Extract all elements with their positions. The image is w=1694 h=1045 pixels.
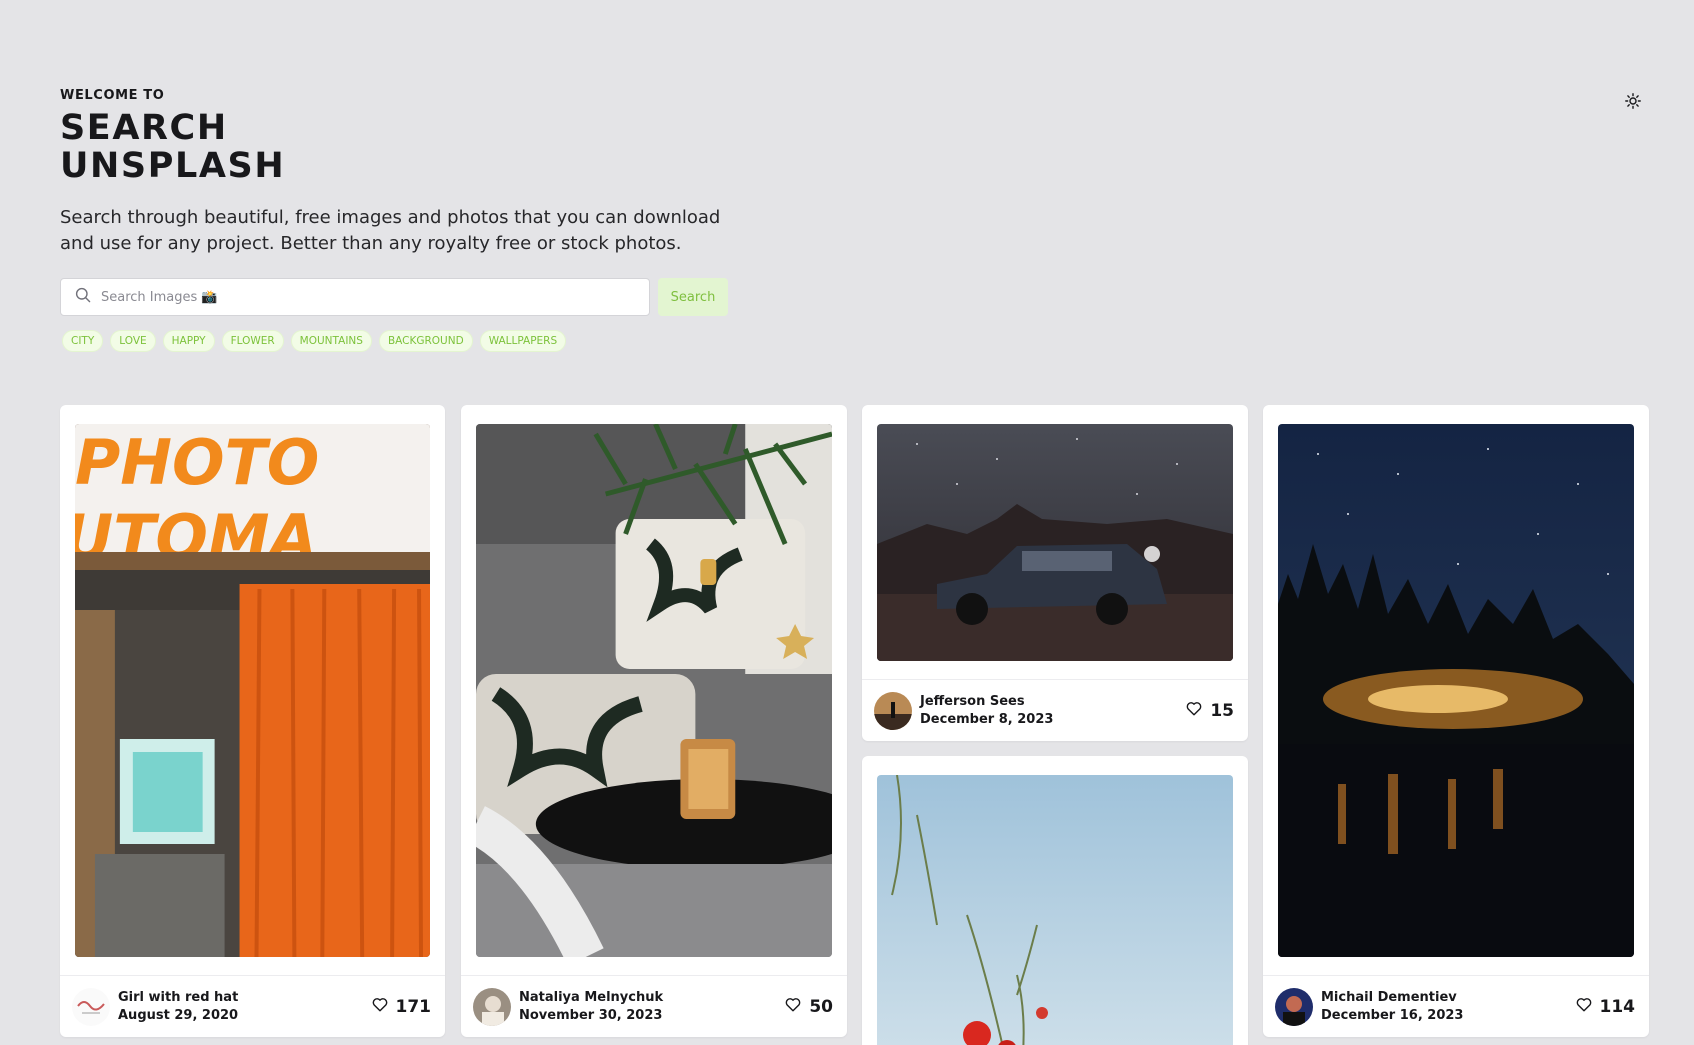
author-avatar[interactable] — [874, 691, 912, 730]
tag-happy[interactable]: HAPPY — [162, 330, 215, 352]
heart-icon — [372, 997, 388, 1016]
author-name: Jefferson Sees — [920, 693, 1025, 709]
card-footer: Nataliya Melnychuk November 30, 2023 50 — [461, 975, 847, 1037]
like-button[interactable]: 114 — [1576, 996, 1636, 1017]
card-photo[interactable]: PHOTO UTOMA — [75, 424, 430, 957]
author-avatar[interactable] — [473, 987, 511, 1026]
heart-icon — [785, 997, 801, 1016]
search-icon — [75, 287, 91, 307]
tag-background[interactable]: BACKGROUND — [378, 330, 473, 352]
heart-icon — [1576, 997, 1592, 1016]
like-count: 114 — [1599, 996, 1636, 1017]
author-info: Michail Dementiev December 16, 2023 — [1321, 989, 1576, 1025]
page-title: SEARCH UNSPLASH — [60, 108, 286, 186]
heart-icon — [1186, 701, 1202, 720]
image-card — [862, 756, 1248, 1045]
like-button[interactable]: 171 — [372, 996, 432, 1017]
card-footer: Jefferson Sees December 8, 2023 15 — [862, 679, 1248, 741]
author-avatar[interactable] — [1275, 987, 1313, 1026]
author-name: Michail Dementiev — [1321, 989, 1457, 1005]
svg-text:PHOTO: PHOTO — [75, 427, 319, 499]
like-count: 15 — [1210, 700, 1234, 721]
image-card: Nataliya Melnychuk November 30, 2023 50 — [461, 405, 847, 1037]
card-footer: Michail Dementiev December 16, 2023 114 — [1263, 975, 1649, 1037]
search-bar: Search — [60, 278, 728, 316]
like-count: 171 — [395, 996, 432, 1017]
tag-mountains[interactable]: MOUNTAINS — [290, 330, 372, 352]
theme-toggle-button[interactable] — [1620, 90, 1646, 116]
search-box[interactable] — [60, 278, 650, 316]
search-button[interactable]: Search — [658, 278, 728, 316]
page-description: Search through beautiful, free images an… — [60, 207, 721, 254]
image-card: Michail Dementiev December 16, 2023 114 — [1263, 405, 1649, 1037]
author-info: Girl with red hat August 29, 2020 — [118, 989, 372, 1025]
like-button[interactable]: 15 — [1186, 701, 1234, 721]
hero-section: WELCOME TO SEARCH UNSPLASH Search throug… — [60, 88, 760, 257]
image-card: PHOTO UTOMA Girl with red hat August 29,… — [60, 405, 445, 1037]
card-photo[interactable] — [877, 424, 1233, 661]
author-name: Girl with red hat — [118, 989, 239, 1005]
photo-date: November 30, 2023 — [519, 1007, 663, 1023]
sun-icon — [1625, 93, 1641, 113]
image-card: Jefferson Sees December 8, 2023 15 — [862, 405, 1248, 741]
like-count: 50 — [809, 996, 833, 1017]
card-photo[interactable] — [1278, 424, 1634, 957]
tag-city[interactable]: CITY — [62, 330, 104, 352]
author-info: Nataliya Melnychuk November 30, 2023 — [519, 989, 785, 1025]
photo-date: August 29, 2020 — [118, 1007, 239, 1023]
photo-date: December 16, 2023 — [1321, 1007, 1464, 1023]
photo-date: December 8, 2023 — [920, 711, 1054, 727]
search-input[interactable] — [101, 289, 621, 305]
tag-wallpapers[interactable]: WALLPAPERS — [479, 330, 567, 352]
author-name: Nataliya Melnychuk — [519, 989, 664, 1005]
tag-list: CITY LOVE HAPPY FLOWER MOUNTAINS BACKGRO… — [62, 330, 567, 352]
welcome-label: WELCOME TO — [60, 88, 165, 103]
card-footer: Girl with red hat August 29, 2020 171 — [60, 975, 445, 1037]
like-button[interactable]: 50 — [785, 997, 833, 1017]
card-photo[interactable] — [877, 775, 1233, 1045]
tag-flower[interactable]: FLOWER — [221, 330, 284, 352]
card-photo[interactable] — [476, 424, 832, 957]
author-avatar[interactable] — [72, 987, 110, 1026]
tag-love[interactable]: LOVE — [110, 330, 156, 352]
author-info: Jefferson Sees December 8, 2023 — [920, 693, 1186, 729]
